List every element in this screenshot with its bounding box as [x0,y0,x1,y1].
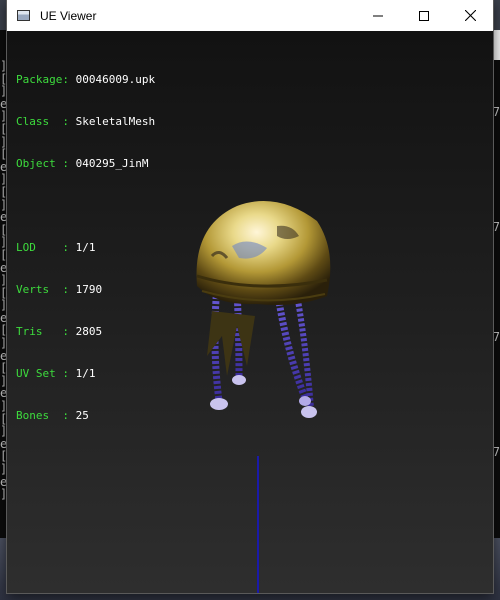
info-object: Object : 040295_JinM [16,157,149,170]
maximize-icon [419,10,429,21]
vertical-axis-gizmo [257,456,259,593]
close-icon [464,10,476,21]
info-bones: Bones : 25 [16,409,89,422]
background-console-right-text: 7 7 7 7 [492,105,500,485]
ue-viewer-window: UE Viewer Package: 00046009.upk Class : … [7,0,493,593]
minimize-icon [373,15,383,16]
mesh-info-overlay: Package: 00046009.upk Class : SkeletalMe… [16,45,155,451]
close-button[interactable] [447,0,493,31]
background-console-char: 7 [492,105,500,119]
title-bar[interactable]: UE Viewer [7,0,493,31]
background-console-char: 7 [492,445,500,459]
window-title: UE Viewer [40,8,97,23]
info-verts: Verts : 1790 [16,283,103,296]
background-console-char: 7 [492,220,500,234]
info-class: Class : SkeletalMesh [16,115,156,128]
info-lod: LOD : 1/1 [16,241,96,254]
skeletal-mesh-render [196,201,331,418]
app-window-icon [17,10,30,21]
3d-viewport[interactable]: Package: 00046009.upk Class : SkeletalMe… [7,31,493,593]
minimize-button[interactable] [355,0,401,31]
background-console-char: 7 [492,330,500,344]
info-package: Package: 00046009.upk [16,73,156,86]
window-controls [355,0,493,31]
info-uvset: UV Set : 1/1 [16,367,96,380]
info-tris: Tris : 2805 [16,325,103,338]
maximize-button[interactable] [401,0,447,31]
